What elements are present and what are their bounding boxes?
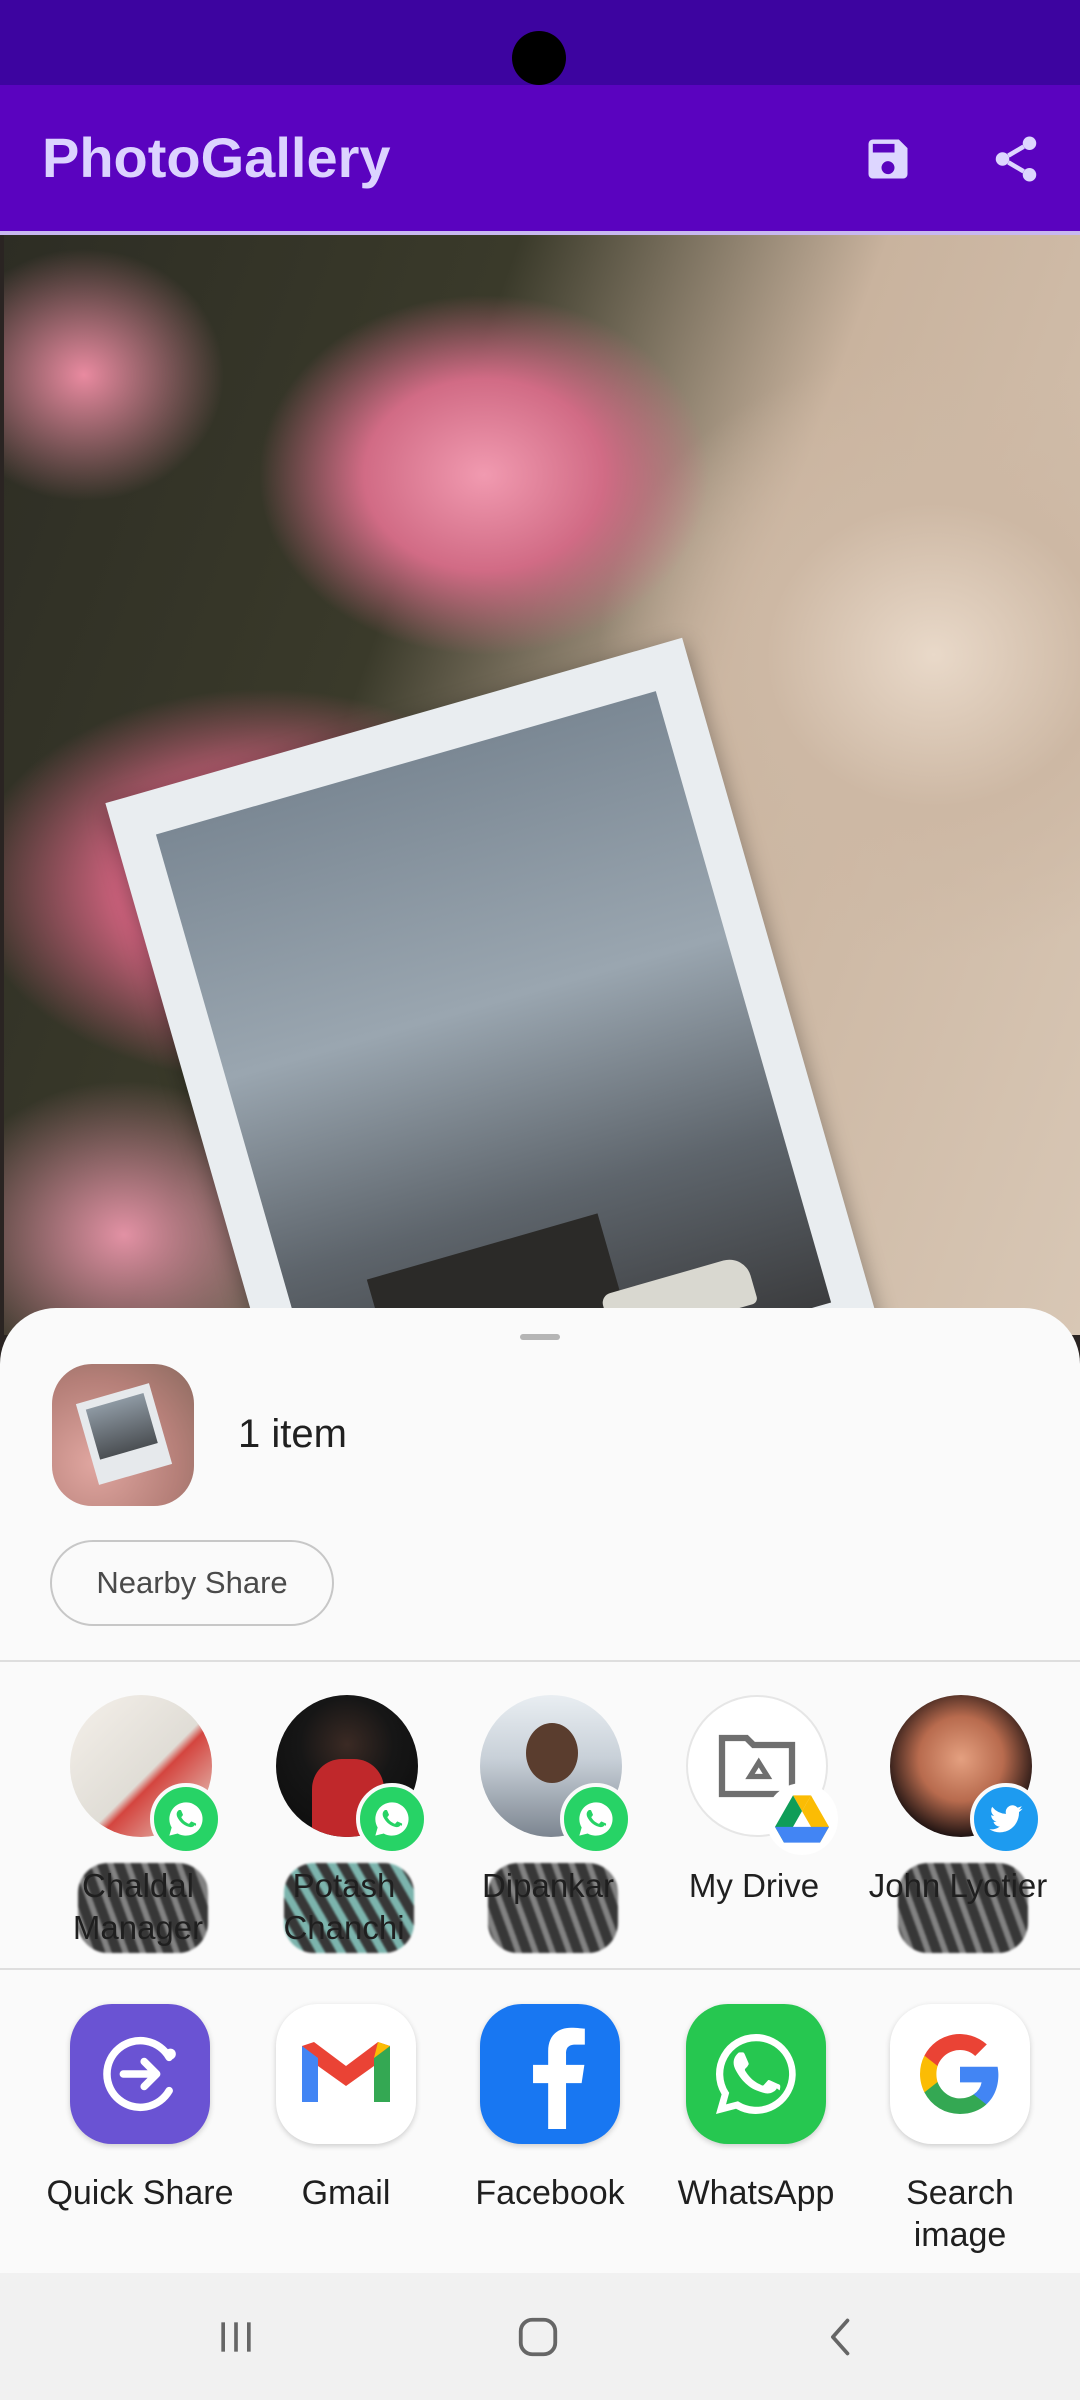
whatsapp-icon <box>686 2004 826 2144</box>
whatsapp-badge-icon <box>150 1783 222 1855</box>
direct-target-label: My Drive <box>688 1867 820 1904</box>
home-icon <box>518 2317 558 2357</box>
divider <box>0 1660 1080 1662</box>
quick-share-icon <box>70 2004 210 2144</box>
app-label: WhatsApp <box>677 2174 835 2212</box>
whatsapp-badge-icon <box>356 1783 428 1855</box>
app-label: Search image <box>906 2174 1014 2254</box>
photo-view[interactable] <box>4 235 1080 1335</box>
whatsapp-badge-icon <box>560 1783 632 1855</box>
save-icon <box>868 139 908 179</box>
status-bar <box>0 0 1080 85</box>
facebook-icon <box>480 2004 620 2144</box>
google-icon <box>890 2004 1030 2144</box>
back-button[interactable] <box>812 2307 872 2367</box>
google-drive-badge-icon <box>766 1783 838 1855</box>
app-bar: PhotoGallery <box>0 85 1080 233</box>
polaroid-image <box>155 691 832 1335</box>
save-button[interactable] <box>850 121 926 197</box>
home-button[interactable] <box>508 2307 568 2367</box>
back-icon <box>831 2318 850 2356</box>
app-label: Facebook <box>475 2174 625 2212</box>
gmail-icon <box>276 2004 416 2144</box>
navigation-bar <box>0 2273 1080 2400</box>
camera-cutout <box>512 31 566 85</box>
nearby-share-button[interactable]: Nearby Share <box>50 1540 334 1626</box>
share-icon <box>995 136 1037 182</box>
recent-apps-icon <box>221 2322 251 2352</box>
direct-target-label: Dipankar <box>481 1867 615 1904</box>
divider <box>0 1968 1080 1970</box>
app-label: Quick Share <box>46 2174 234 2212</box>
shared-item-thumbnail <box>52 1364 194 1506</box>
direct-target-label: Chaldal Manager <box>72 1867 204 1946</box>
thumbnail-polaroid <box>75 1383 173 1485</box>
twitter-badge-icon <box>970 1783 1042 1855</box>
share-button[interactable] <box>978 121 1054 197</box>
share-sheet: 1 item Nearby Share Chaldal Manager Pota… <box>0 1308 1080 2273</box>
direct-target-label: John Lyotier <box>868 1867 1048 1904</box>
app-title: PhotoGallery <box>42 126 391 189</box>
sheet-handle[interactable] <box>520 1334 560 1340</box>
direct-target-label: Potash Chanchi <box>283 1867 405 1946</box>
recent-apps-button[interactable] <box>206 2307 266 2367</box>
item-count: 1 item <box>238 1412 347 1456</box>
app-label: Gmail <box>301 2174 391 2212</box>
polaroid-photo <box>105 637 903 1335</box>
